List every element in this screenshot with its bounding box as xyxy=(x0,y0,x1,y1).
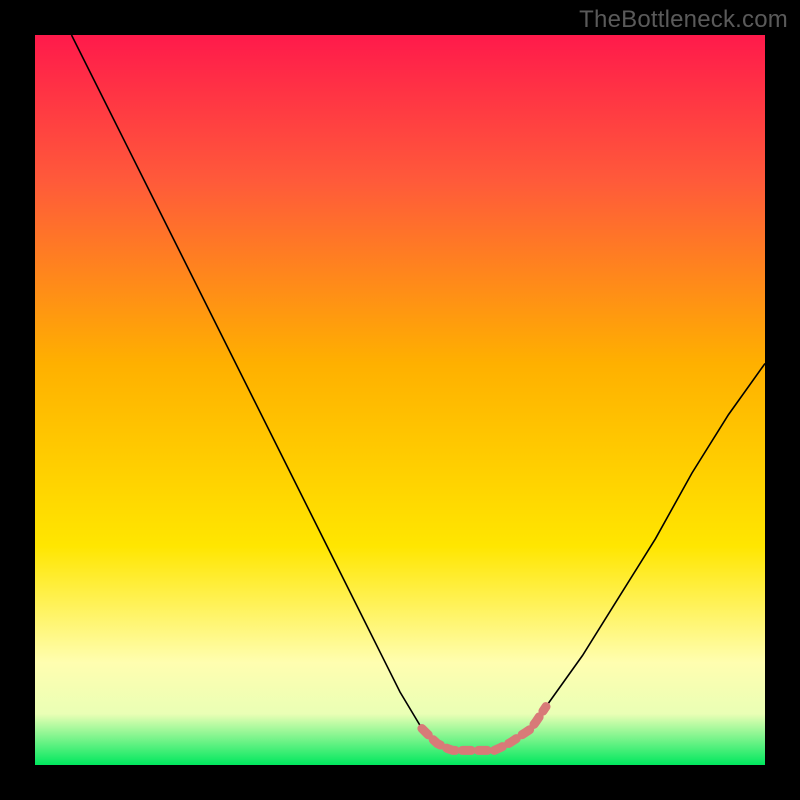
chart-svg xyxy=(35,35,765,765)
chart-area xyxy=(35,35,765,765)
watermark-label: TheBottleneck.com xyxy=(579,6,788,34)
gradient-background xyxy=(35,35,765,765)
